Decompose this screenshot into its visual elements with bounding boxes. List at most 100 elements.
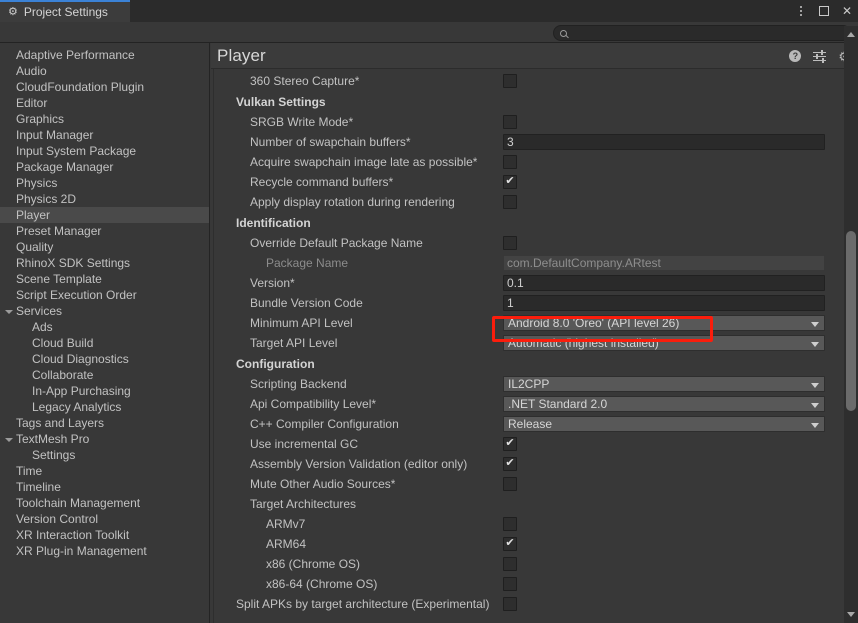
checkbox-override-default-package-name[interactable] [503, 236, 517, 250]
section-header-configuration: Configuration [236, 356, 315, 371]
gear-icon: ⚙ [8, 5, 18, 18]
chevron-down-icon[interactable] [5, 310, 13, 314]
checkbox-x86-64-chrome-os[interactable] [503, 577, 517, 591]
sidebar-item-version-control[interactable]: Version Control [0, 511, 209, 527]
sidebar-item-player[interactable]: Player [0, 207, 209, 223]
sidebar-item-ads[interactable]: Ads [0, 319, 209, 335]
setting-field: Release [503, 416, 825, 432]
sidebar-item-cloudfoundation-plugin[interactable]: CloudFoundation Plugin [0, 79, 209, 95]
sidebar-item-legacy-analytics[interactable]: Legacy Analytics [0, 399, 209, 415]
setting-field [503, 437, 517, 451]
setting-row-c-compiler-configuration: C++ Compiler Configuration Release [214, 414, 844, 434]
dropdown-value: IL2CPP [508, 377, 550, 391]
sidebar-item-rhinox-sdk-settings[interactable]: RhinoX SDK Settings [0, 255, 209, 271]
checkbox-assembly-version-validation-editor-only[interactable] [503, 457, 517, 471]
tab-project-settings[interactable]: ⚙ Project Settings [0, 0, 130, 22]
setting-label: ARM64 [266, 537, 307, 551]
sidebar-item-package-manager[interactable]: Package Manager [0, 159, 209, 175]
checkbox-360-stereo-capture[interactable] [503, 74, 517, 88]
sidebar-item-label: Quality [16, 240, 54, 254]
close-icon[interactable]: ✕ [840, 4, 854, 18]
setting-row-bundle-version-code: Bundle Version Code 1 [214, 293, 844, 313]
sidebar-item-preset-manager[interactable]: Preset Manager [0, 223, 209, 239]
sidebar-item-label: Version Control [16, 512, 99, 526]
dropdown-api-compatibility-level[interactable]: .NET Standard 2.0 [503, 396, 825, 412]
text-field-number-of-swapchain-buffers[interactable]: 3 [503, 134, 825, 150]
chevron-down-icon[interactable] [5, 438, 13, 442]
dropdown-scripting-backend[interactable]: IL2CPP [503, 376, 825, 392]
setting-label: C++ Compiler Configuration [250, 417, 399, 431]
setting-label: Version* [250, 276, 295, 290]
sidebar-item-label: In-App Purchasing [32, 384, 131, 398]
checkbox-x86-chrome-os[interactable] [503, 557, 517, 571]
sidebar-item-xr-interaction-toolkit[interactable]: XR Interaction Toolkit [0, 527, 209, 543]
dropdown-minimum-api-level[interactable]: Android 8.0 'Oreo' (API level 26) [503, 315, 825, 331]
sidebar-item-graphics[interactable]: Graphics [0, 111, 209, 127]
sidebar-item-input-manager[interactable]: Input Manager [0, 127, 209, 143]
search-box[interactable] [553, 25, 851, 41]
sidebar-item-scene-template[interactable]: Scene Template [0, 271, 209, 287]
sidebar-item-textmesh-pro[interactable]: TextMesh Pro [0, 431, 209, 447]
setting-label: Api Compatibility Level* [250, 397, 377, 411]
sidebar-item-label: XR Interaction Toolkit [16, 528, 130, 542]
sidebar-item-toolchain-management[interactable]: Toolchain Management [0, 495, 209, 511]
checkbox-mute-other-audio-sources[interactable] [503, 477, 517, 491]
setting-field [503, 155, 517, 169]
sidebar-item-script-execution-order[interactable]: Script Execution Order [0, 287, 209, 303]
text-field-bundle-version-code[interactable]: 1 [503, 295, 825, 311]
scrollbar-thumb[interactable] [846, 231, 856, 411]
sidebar-item-tags-and-layers[interactable]: Tags and Layers [0, 415, 209, 431]
sidebar-item-in-app-purchasing[interactable]: In-App Purchasing [0, 383, 209, 399]
preset-icon[interactable] [813, 50, 827, 63]
scroll-down-arrow-icon[interactable] [847, 612, 855, 617]
setting-field [503, 115, 517, 129]
dropdown-target-api-level[interactable]: Automatic (highest installed) [503, 335, 825, 351]
sidebar-item-audio[interactable]: Audio [0, 63, 209, 79]
dropdown-c-compiler-configuration[interactable]: Release [503, 416, 825, 432]
sidebar-item-quality[interactable]: Quality [0, 239, 209, 255]
checkbox-split-apks-by-target-architecture-experimental[interactable] [503, 597, 517, 611]
checkbox-use-incremental-gc[interactable] [503, 437, 517, 451]
help-icon[interactable]: ? [789, 50, 802, 62]
inspector-rows: 360 Stereo Capture* Vulkan Settings SRGB W… [214, 69, 844, 614]
checkbox-apply-display-rotation-during-rendering[interactable] [503, 195, 517, 209]
sidebar-item-collaborate[interactable]: Collaborate [0, 367, 209, 383]
sidebar-item-editor[interactable]: Editor [0, 95, 209, 111]
setting-field: 0.1 [503, 275, 825, 291]
sidebar-item-xr-plug-in-management[interactable]: XR Plug-in Management [0, 543, 209, 559]
sidebar-item-input-system-package[interactable]: Input System Package [0, 143, 209, 159]
sidebar-item-timeline[interactable]: Timeline [0, 479, 209, 495]
setting-label: Target API Level [250, 336, 338, 350]
sidebar-item-services[interactable]: Services [0, 303, 209, 319]
scroll-up-arrow-icon[interactable] [847, 32, 855, 37]
sidebar-item-label: Settings [32, 448, 76, 462]
maximize-icon[interactable] [817, 4, 831, 18]
text-field-version[interactable]: 0.1 [503, 275, 825, 291]
settings-sidebar[interactable]: Adaptive Performance Audio CloudFoundation… [0, 43, 210, 623]
sidebar-item-physics-2d[interactable]: Physics 2D [0, 191, 209, 207]
setting-label: Bundle Version Code [250, 296, 363, 310]
checkbox-acquire-swapchain-image-late-as-possible[interactable] [503, 155, 517, 169]
vertical-scrollbar[interactable] [844, 26, 858, 623]
sidebar-item-adaptive-performance[interactable]: Adaptive Performance [0, 47, 209, 63]
checkbox-arm64[interactable] [503, 537, 517, 551]
sidebar-item-physics[interactable]: Physics [0, 175, 209, 191]
checkbox-armv7[interactable] [503, 517, 517, 531]
sidebar-item-time[interactable]: Time [0, 463, 209, 479]
panel-header: Player ? ⚙ [211, 43, 858, 69]
kebab-menu-icon[interactable] [794, 4, 808, 18]
setting-label: ARMv7 [266, 517, 306, 531]
checkbox-srgb-write-mode[interactable] [503, 115, 517, 129]
dropdown-value: Automatic (highest installed) [508, 336, 659, 350]
setting-field [503, 175, 517, 189]
search-input[interactable] [571, 27, 841, 39]
sidebar-item-cloud-diagnostics[interactable]: Cloud Diagnostics [0, 351, 209, 367]
sidebar-item-settings[interactable]: Settings [0, 447, 209, 463]
setting-field [503, 457, 517, 471]
setting-field: Automatic (highest installed) [503, 335, 825, 351]
sidebar-item-label: Package Manager [16, 160, 114, 174]
setting-row-srgb-write-mode: SRGB Write Mode* [214, 112, 844, 132]
checkbox-recycle-command-buffers[interactable] [503, 175, 517, 189]
sidebar-item-cloud-build[interactable]: Cloud Build [0, 335, 209, 351]
sidebar-item-label: Physics [16, 176, 58, 190]
